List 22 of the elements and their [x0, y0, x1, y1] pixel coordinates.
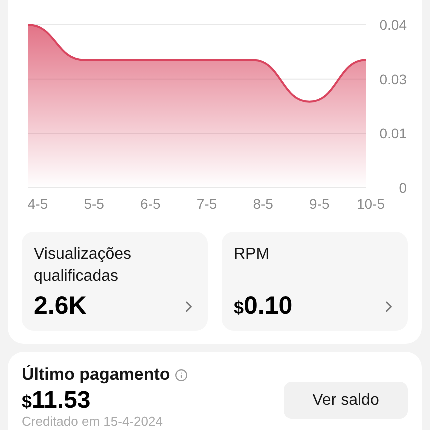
- axis-label: 0.03: [380, 71, 407, 88]
- axis-label: 4-5: [28, 196, 48, 212]
- payment-title: Último pagamento: [22, 364, 170, 386]
- amount: $11.53: [22, 389, 91, 413]
- axis-label: 10-5: [356, 196, 386, 212]
- view-balance-button[interactable]: Ver saldo: [284, 382, 408, 419]
- metric-card[interactable]: Visualizações qualificadas 2.6K: [22, 232, 208, 331]
- metric-label: RPM: [234, 245, 271, 265]
- amount: $0.10: [234, 294, 293, 319]
- axis-label: 0.04: [380, 17, 407, 33]
- metric-card[interactable]: RPM $0.10: [222, 232, 408, 331]
- amount: 2.6K: [34, 294, 87, 319]
- axis-label: 9-5: [310, 196, 330, 212]
- axis-label: 0: [399, 180, 407, 196]
- axis-label: 6-5: [140, 196, 161, 212]
- axis-label: 0.01: [380, 126, 407, 142]
- axis-label: 7-5: [196, 196, 218, 212]
- metric-label: Visualizações qualificadas: [34, 245, 133, 287]
- axis-label: 5-5: [84, 196, 104, 212]
- credited-date: Creditado em 15-4-2024: [22, 414, 164, 429]
- info-icon[interactable]: [175, 368, 188, 382]
- axis-label: 8-5: [253, 196, 274, 212]
